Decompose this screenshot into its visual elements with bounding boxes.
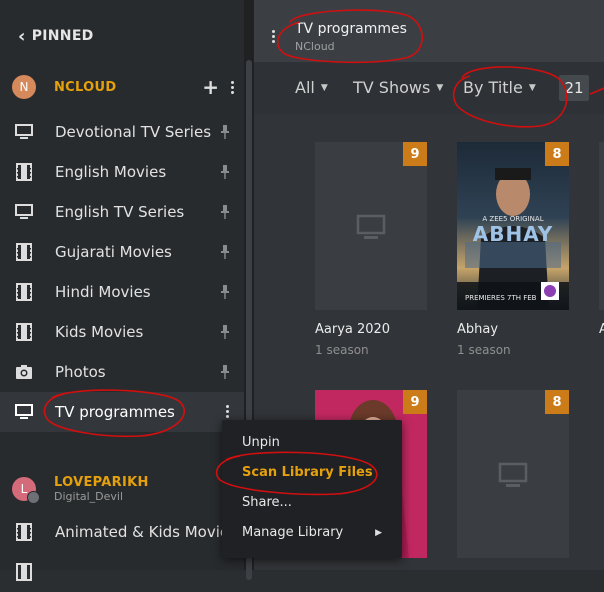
filter-all-dropdown[interactable]: All ▼ [295, 78, 328, 97]
sidebar-item-label: Devotional TV Series [55, 123, 212, 141]
pin-icon[interactable] [220, 245, 230, 259]
film-icon [13, 281, 35, 303]
more-options-icon[interactable] [231, 80, 234, 94]
card-title[interactable]: Aarya 2020 [315, 322, 390, 337]
sidebar: ‹ PINNED N NCLOUD + Devotional TV Series… [0, 0, 244, 581]
unwatched-count-badge: 9 [403, 142, 427, 166]
avatar: L [12, 477, 40, 504]
sidebar-item-photos[interactable]: Photos [0, 352, 244, 392]
poster-premiere: PREMIERES 7TH FEB [465, 294, 537, 302]
pin-icon[interactable] [220, 365, 230, 379]
tv-icon [13, 201, 35, 223]
page-title: TV programmes [295, 21, 407, 37]
unwatched-count-badge: 8 [545, 142, 569, 166]
sidebar-item-label: English TV Series [55, 203, 185, 221]
avatar: N [12, 75, 36, 99]
sidebar-item-kids-movies[interactable]: Kids Movies [0, 312, 244, 352]
poster-abhay[interactable]: A ZEE5 ORIGINAL ABHAY PREMIERES 7TH FEB … [457, 142, 569, 310]
sidebar-item-devotional-tv-series[interactable]: Devotional TV Series [0, 112, 244, 152]
tv-icon [13, 401, 35, 423]
sidebar-item-animated-kids-movie[interactable]: Animated & Kids Movie [0, 512, 244, 552]
filter-all-label: All [295, 78, 315, 97]
film-icon [13, 521, 35, 543]
more-options-icon[interactable] [226, 405, 229, 418]
pinned-label: PINNED [31, 28, 94, 44]
server-name: LOVEPARIKH [54, 475, 149, 490]
card-title[interactable]: Abhay [457, 322, 498, 337]
sidebar-item-tv-programmes[interactable]: TV programmes [0, 392, 244, 432]
poster-title: ABHAY [472, 222, 554, 246]
unwatched-count-badge: 9 [403, 390, 427, 414]
sidebar-item-label: English Movies [55, 163, 167, 181]
card-title-partial[interactable]: A [599, 322, 604, 337]
poster-fourth-show[interactable]: 8 [457, 390, 569, 558]
filter-type-dropdown[interactable]: TV Shows ▼ [353, 78, 443, 97]
sort-dropdown[interactable]: By Title ▼ [463, 78, 536, 97]
server-name: NCLOUD [54, 79, 117, 95]
poster-aarya-2020[interactable]: 9 [315, 142, 427, 310]
library-context-menu: Unpin Scan Library Files Share... Manage… [222, 420, 402, 558]
submenu-arrow-icon: ▶ [375, 528, 382, 538]
sort-label: By Title [463, 78, 523, 97]
unwatched-count-badge: 8 [545, 390, 569, 414]
menu-item-share[interactable]: Share... [242, 495, 292, 510]
film-icon [13, 161, 35, 183]
tv-icon [13, 121, 35, 143]
caret-down-icon: ▼ [320, 82, 328, 93]
sidebar-item-label: Hindi Movies [55, 283, 151, 301]
menu-item-manage-library[interactable]: Manage Library [242, 525, 343, 540]
sidebar-item-partial[interactable] [0, 552, 244, 592]
avatar-initial: L [20, 482, 28, 496]
sidebar-item-label: Animated & Kids Movie [55, 523, 230, 541]
sidebar-item-hindi-movies[interactable]: Hindi Movies [0, 272, 244, 312]
server-loveparikh[interactable]: L LOVEPARIKH Digital_Devil [0, 468, 244, 510]
user-status-icon [27, 491, 40, 504]
chevron-left-icon: ‹ [18, 25, 26, 47]
caret-down-icon: ▼ [436, 82, 444, 93]
server-owner: Digital_Devil [54, 490, 124, 503]
poster-partial[interactable] [599, 142, 604, 310]
add-library-icon[interactable]: + [202, 77, 219, 97]
more-options-icon[interactable] [272, 30, 275, 43]
pin-icon[interactable] [220, 285, 230, 299]
film-icon [13, 321, 35, 343]
pin-icon[interactable] [220, 205, 230, 219]
card-subtitle: 1 season [315, 343, 369, 357]
filter-bar: All ▼ TV Shows ▼ By Title ▼ 21 [254, 62, 604, 114]
camera-icon [13, 361, 35, 383]
film-icon [13, 241, 35, 263]
menu-item-scan-library-files[interactable]: Scan Library Files [242, 465, 373, 480]
pinned-back-button[interactable]: ‹ PINNED [0, 16, 94, 56]
server-ncloud[interactable]: N NCLOUD + [0, 67, 244, 107]
caret-down-icon: ▼ [528, 82, 536, 93]
pin-icon[interactable] [220, 125, 230, 139]
card-subtitle: 1 season [457, 343, 511, 357]
pin-icon[interactable] [220, 165, 230, 179]
filter-type-label: TV Shows [353, 78, 431, 97]
sidebar-item-label: Photos [55, 363, 106, 381]
item-count-badge: 21 [559, 75, 589, 101]
sidebar-item-english-tv-series[interactable]: English TV Series [0, 192, 244, 232]
tv-placeholder-icon [356, 214, 386, 239]
sidebar-item-gujarati-movies[interactable]: Gujarati Movies [0, 232, 244, 272]
avatar-initial: N [19, 80, 29, 94]
page-subtitle: NCloud [295, 40, 335, 53]
sidebar-item-label: Gujarati Movies [55, 243, 172, 261]
sidebar-item-label: TV programmes [55, 403, 175, 421]
library-header: TV programmes NCloud [254, 0, 604, 62]
sidebar-item-english-movies[interactable]: English Movies [0, 152, 244, 192]
menu-item-unpin[interactable]: Unpin [242, 435, 280, 450]
film-icon [13, 561, 35, 583]
tv-placeholder-icon [498, 462, 528, 487]
pin-icon[interactable] [220, 325, 230, 339]
sidebar-item-label: Kids Movies [55, 323, 144, 341]
